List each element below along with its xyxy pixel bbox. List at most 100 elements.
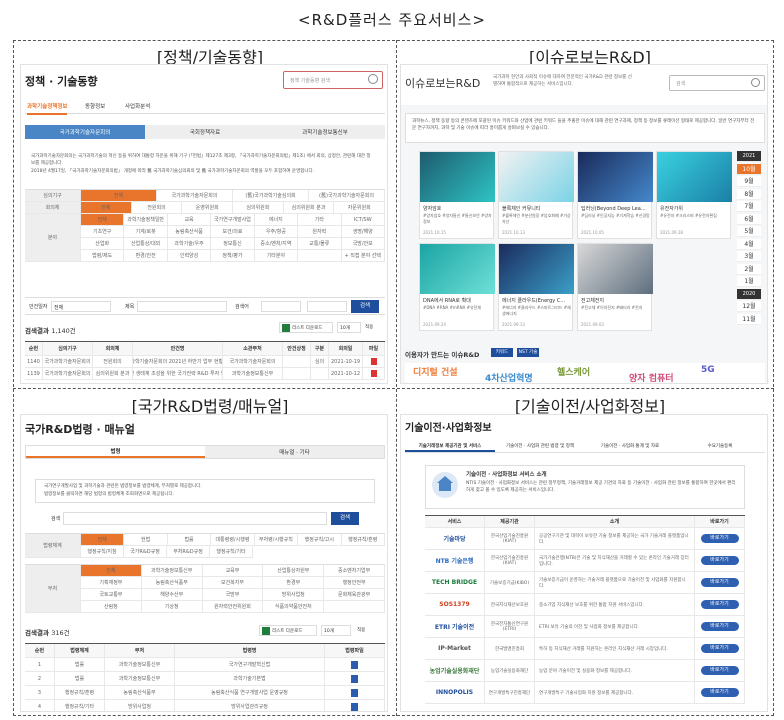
- filter-option[interactable]: 정보통신: [211, 238, 255, 250]
- word-cloud-item[interactable]: 디지털 건설: [413, 365, 458, 378]
- issue-card[interactable]: 양자암호 #양자암호 #양자통신 #통신보안 #양자정보 2021.10.15: [419, 151, 495, 239]
- date-from-input[interactable]: [261, 301, 301, 312]
- issue-card[interactable]: 전고체전지 #전고체 #이차전지 #배터리 #전지 2021.09.03: [577, 243, 653, 331]
- year-nav-item[interactable]: 2020: [737, 288, 761, 300]
- filter-option[interactable]: 기타: [298, 214, 342, 226]
- subtab-advisory[interactable]: 국가과학기술자문회의: [25, 125, 145, 139]
- table-row[interactable]: NTB 기술은행 한국산업기술진흥원(KIAT) 국가기술은행(NTB)은 기술 및…: [425, 550, 745, 572]
- word-cloud-item[interactable]: 헬스케어: [557, 365, 590, 378]
- filter-option[interactable]: 전체: [81, 565, 142, 577]
- filter-option[interactable]: 헌법: [124, 534, 168, 546]
- filter-option[interactable]: 식품의약품안전처: [263, 601, 325, 613]
- filter-option[interactable]: 중소벤처기업부: [324, 565, 385, 577]
- year-nav-item[interactable]: 12월: [737, 301, 761, 312]
- year-nav-item[interactable]: 8월: [737, 188, 761, 200]
- issue-card[interactable]: 블록체인 커뮤니티 #블록체인 #분산원장 #암호화폐 #가상자산 2021.10.…: [498, 151, 574, 239]
- filter-option[interactable]: 우주/항공: [254, 226, 299, 238]
- go-button[interactable]: 바로가기: [700, 688, 739, 697]
- filter-option[interactable]: 자문위원회: [334, 202, 386, 214]
- year-nav-item[interactable]: 2021: [737, 151, 761, 162]
- excel-download-button[interactable]: 리스트 다운로드: [279, 322, 333, 333]
- filter-option[interactable]: 보건/의료: [211, 226, 255, 238]
- filter-option[interactable]: (舊)국가과학기술심의회: [233, 190, 309, 202]
- filter-option[interactable]: 대통령령/시행령: [211, 534, 255, 546]
- filter-option[interactable]: 보건복지부: [202, 577, 264, 589]
- tab-biz-analysis[interactable]: 사업화분석: [125, 102, 150, 110]
- filter-option[interactable]: 국방/안보: [341, 238, 385, 250]
- filter-option[interactable]: 환경부: [263, 577, 325, 589]
- filter-option[interactable]: 국가연구개발사업: [211, 214, 255, 226]
- go-button[interactable]: 바로가기: [700, 534, 739, 543]
- filter-option[interactable]: 심의위원회: [233, 202, 284, 214]
- filter-option[interactable]: 전원회의: [131, 202, 183, 214]
- table-row[interactable]: SOS1379 한국지식재산보호원 중소기업 지식재산 보호를 위한 통합 지원 서…: [425, 594, 745, 616]
- issue-card[interactable]: 유전자가위 #유전자 #크리스퍼 #유전자편집 2021.09.28: [656, 151, 732, 239]
- go-button[interactable]: 바로가기: [700, 644, 739, 653]
- table-row[interactable]: TECH BRIDGE 기술보증기금(KIBO) 기술보증기금이 운영하는 기술거래…: [425, 572, 745, 594]
- search-input[interactable]: [63, 512, 327, 525]
- table-row[interactable]: INNOPOLIS 연구개발특구진흥재단 연구개발특구 기술사업화 지원 정보를 제…: [425, 682, 745, 704]
- filter-option[interactable]: 국가R&D규정: [124, 546, 167, 558]
- search-button[interactable]: 검색: [331, 512, 359, 525]
- nst-button[interactable]: NST 기술: [517, 348, 539, 357]
- filter-option[interactable]: 행정규칙/고시: [298, 534, 342, 546]
- filter-option[interactable]: 원자력: [298, 226, 342, 238]
- filter-option[interactable]: 기초연구: [81, 226, 125, 238]
- filter-option[interactable]: 심의위원회 분과: [283, 202, 335, 214]
- filter-option[interactable]: 국토교통부: [81, 589, 142, 601]
- issue-card[interactable]: DNA에서 RNA로 확대 #DNA #RNA #mRNA #유전체 2021.09…: [419, 243, 495, 331]
- word-cloud-item[interactable]: 5G: [701, 365, 715, 375]
- date-to-input[interactable]: [307, 301, 347, 312]
- table-row[interactable]: 농업기술실용화재단 농업기술실용화재단 농업 분야 기술이전 및 실용화 정보를 제…: [425, 660, 745, 682]
- per-page-select[interactable]: 10개: [321, 625, 351, 636]
- table-row[interactable]: 4 행정규칙/기타 방위사업청 방위사업관리규정: [25, 700, 385, 711]
- law-file-icon[interactable]: [351, 674, 358, 683]
- subtab-assembly[interactable]: 국회정책자료: [145, 125, 265, 139]
- file-icon[interactable]: [370, 358, 377, 365]
- law-file-icon[interactable]: [351, 688, 358, 697]
- search-button[interactable]: 검색: [351, 300, 379, 313]
- go-button[interactable]: 바로가기: [700, 666, 739, 675]
- filter-option[interactable]: 행정규칙/훈령: [341, 534, 385, 546]
- filter-option[interactable]: 농림축산식품부: [141, 577, 203, 589]
- subtab-msit[interactable]: 과학기술정보통신부: [265, 125, 385, 139]
- year-nav-item[interactable]: 6월: [737, 213, 761, 225]
- tab-3[interactable]: 수요기술등록: [675, 441, 765, 452]
- filter-option[interactable]: 인력양성: [167, 250, 212, 262]
- filter-option[interactable]: 전체: [81, 202, 132, 214]
- filter-option[interactable]: 전체: [81, 534, 125, 546]
- filter-option[interactable]: 교육부: [202, 565, 264, 577]
- go-button[interactable]: 바로가기: [700, 622, 739, 631]
- table-row[interactable]: IP-Market 한국발명진흥회 특허 등 지식재산 거래를 지원하는 온라인 지…: [425, 638, 745, 660]
- filter-option[interactable]: 행정안전부: [324, 577, 385, 589]
- filter-option[interactable]: 산업화: [81, 238, 125, 250]
- file-icon[interactable]: [370, 370, 377, 377]
- filter-option[interactable]: [324, 601, 385, 613]
- filter-option[interactable]: 교통/물류: [298, 238, 342, 250]
- go-button[interactable]: 바로가기: [700, 556, 739, 565]
- filter-option[interactable]: ICT/SW: [341, 214, 385, 226]
- table-row[interactable]: ETRI 기술이전 한국전자통신연구원(ETRI) ETRI 보유 기술의 이전 및…: [425, 616, 745, 638]
- year-nav-item[interactable]: 3월: [737, 251, 761, 262]
- keyword-input[interactable]: [137, 301, 227, 312]
- tab-manual[interactable]: 매뉴얼 · 기타: [205, 446, 384, 458]
- word-cloud-item[interactable]: 양자 컴퓨터: [629, 371, 674, 383]
- filter-option[interactable]: 과학기술정책일반: [124, 214, 168, 226]
- filter-option[interactable]: 생명/해양: [341, 226, 385, 238]
- issue-card[interactable]: 딥러닝(Beyond Deep Lea... #딥러닝 #인공지능 #기계학습 #…: [577, 151, 653, 239]
- year-nav-item[interactable]: 9월: [737, 176, 761, 187]
- table-row[interactable]: 2 법률 과학기술정보통신부 과학기술기본법: [25, 672, 385, 686]
- go-button[interactable]: 바로가기: [700, 578, 739, 587]
- per-page-select[interactable]: 10개: [337, 322, 361, 333]
- year-nav-item[interactable]: 11월: [737, 313, 761, 325]
- filter-option[interactable]: 방위사업청: [263, 589, 325, 601]
- year-nav-item[interactable]: 1월: [737, 276, 761, 287]
- tab-trend-info[interactable]: 동향정보: [85, 102, 105, 110]
- filter-option[interactable]: 기타분야: [254, 250, 299, 262]
- table-row[interactable]: 3 행정규칙/훈령 농림축산식품부 농림축산식품 연구개발사업 운영규정: [25, 686, 385, 700]
- filter-option[interactable]: 전체: [81, 190, 157, 202]
- filter-option[interactable]: 문화체육관광부: [324, 589, 385, 601]
- filter-option[interactable]: 환경/안전: [124, 250, 168, 262]
- filter-option[interactable]: 행정규칙/기타: [210, 546, 253, 558]
- tab-law[interactable]: 법령: [26, 446, 205, 458]
